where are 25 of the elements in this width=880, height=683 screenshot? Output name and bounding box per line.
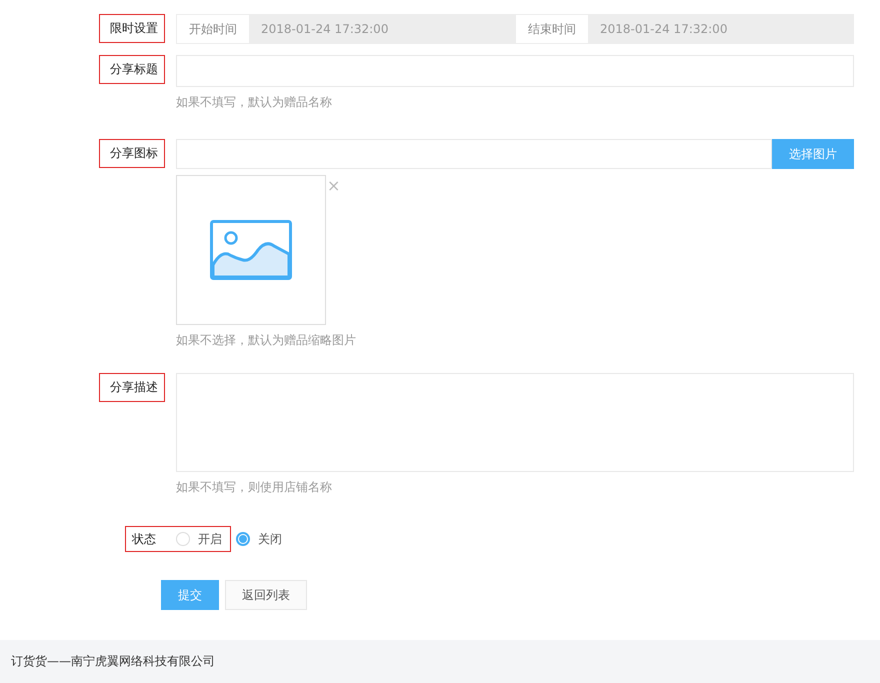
field-label: 限时设置 [99, 14, 165, 43]
field-label: 分享标题 [99, 55, 165, 84]
field-label: 分享图标 [99, 139, 165, 168]
radio-option[interactable]: 关闭 [236, 530, 282, 548]
hint-text: 如果不填写，则使用店铺名称 [176, 479, 333, 496]
time-range-field[interactable]: 开始时间 2018-01-24 17:32:00 结束时间 2018-01-24 17:32:00 [176, 14, 854, 44]
option-label: 开启 [198, 530, 222, 548]
end-time-value: 2018-01-24 17:32:00 [599, 22, 728, 36]
radio-button[interactable] [236, 532, 250, 546]
end-time-label: 结束时间 [516, 15, 588, 43]
option-label: 关闭 [258, 530, 282, 548]
submit-button[interactable]: 提交 [161, 580, 219, 610]
hint-text: 如果不填写，默认为赠品名称 [176, 94, 333, 111]
radio-option[interactable]: 开启 [176, 530, 222, 548]
start-time-label: 开始时间 [177, 15, 249, 43]
status-label: 状态 [132, 530, 156, 548]
hint-text: 如果不选择，默认为赠品缩略图片 [176, 332, 357, 349]
footer-text: 订货货——南宁虎翼网络科技有限公司 [11, 653, 215, 670]
remove-icon[interactable]: × [327, 178, 340, 194]
image-icon [210, 220, 292, 280]
start-time-value: 2018-01-24 17:32:00 [260, 22, 390, 36]
icon-url-input[interactable] [176, 139, 772, 169]
back-button[interactable]: 返回列表 [225, 580, 307, 610]
choose-image-button[interactable]: 选择图片 [772, 139, 854, 169]
field-label: 分享描述 [99, 373, 165, 402]
